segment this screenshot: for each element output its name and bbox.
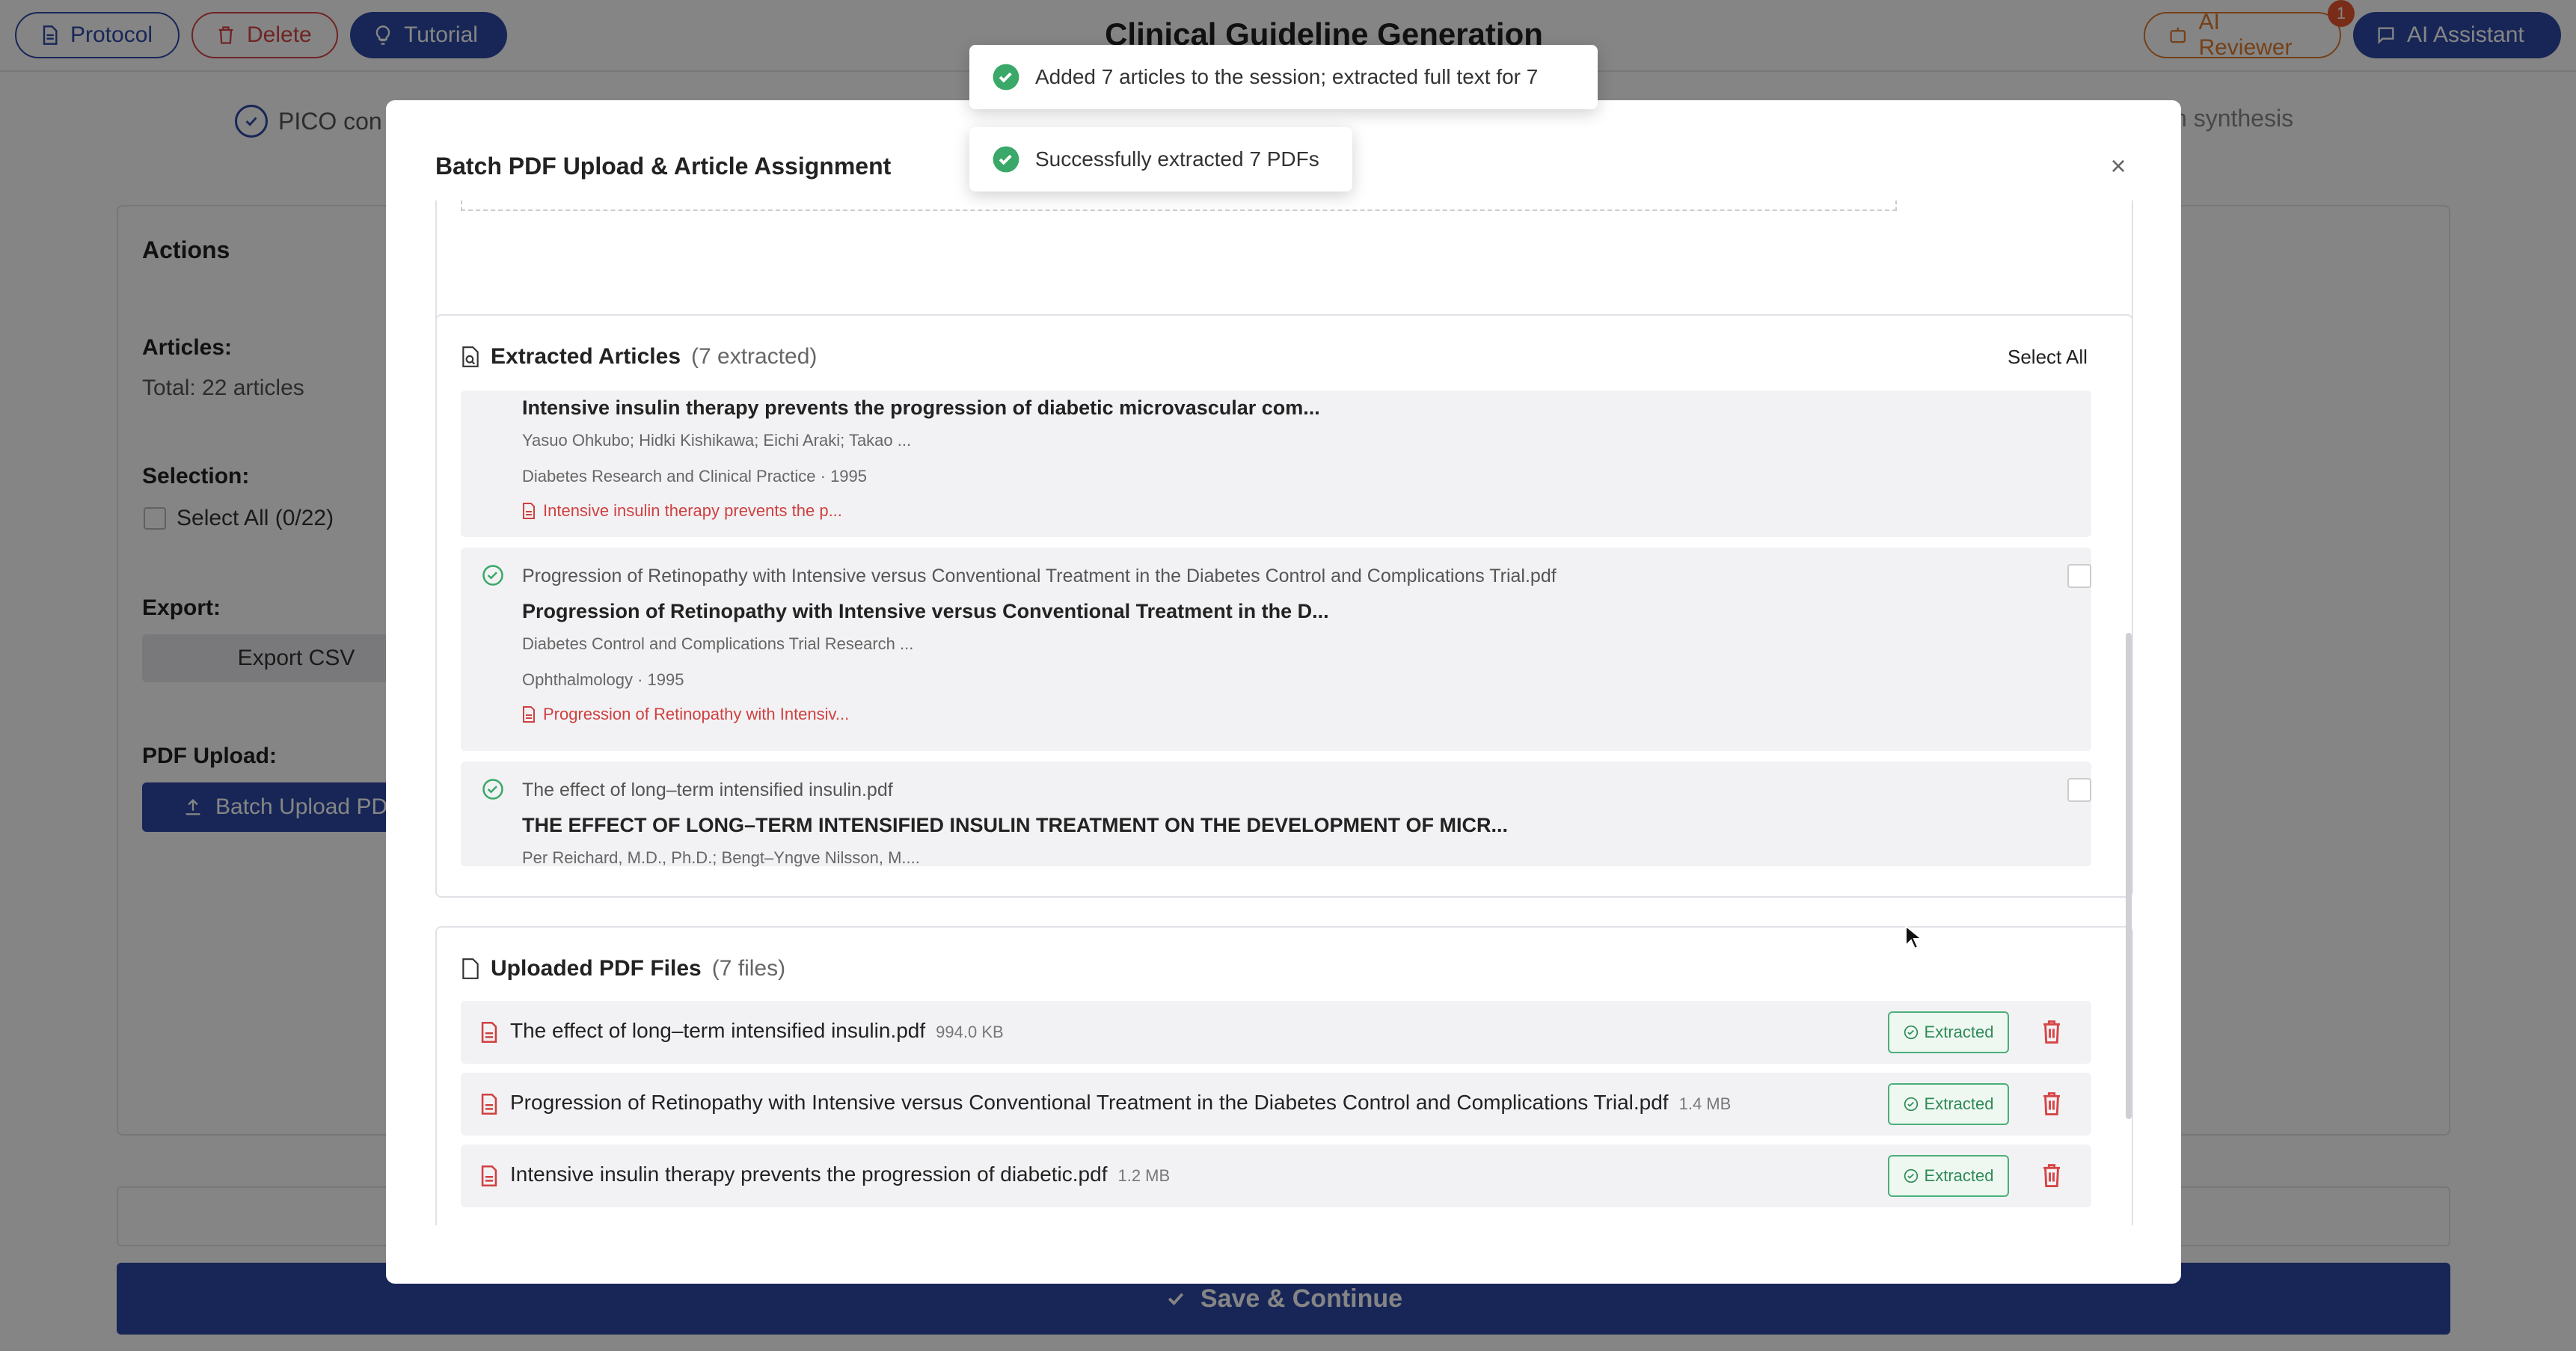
modal-scrollbar[interactable] bbox=[2126, 633, 2132, 1119]
article-pdf-link[interactable]: Intensive insulin therapy prevents the p… bbox=[522, 501, 842, 521]
status-label: Extracted bbox=[1924, 1094, 1994, 1113]
article-journal: Ophthalmology · 1995 bbox=[522, 670, 684, 689]
article-pdf-link-label: Progression of Retinopathy with Intensiv… bbox=[543, 705, 850, 723]
status-badge: Extracted bbox=[1888, 1155, 2009, 1197]
file-name-text: Progression of Retinopathy with Intensiv… bbox=[510, 1091, 1669, 1114]
mouse-cursor-icon bbox=[1905, 925, 1922, 950]
file-icon bbox=[462, 958, 479, 979]
modal-title: Batch PDF Upload & Article Assignment bbox=[435, 153, 892, 180]
extracted-articles-section: Extracted Articles (7 extracted) Select … bbox=[435, 314, 2133, 898]
uploaded-count: (7 files) bbox=[711, 956, 786, 981]
select-all-button[interactable]: Select All bbox=[2008, 346, 2088, 369]
article-title: Intensive insulin therapy prevents the p… bbox=[522, 396, 1320, 419]
uploaded-header: Uploaded PDF Files (7 files) bbox=[461, 956, 785, 981]
extracted-count: (7 extracted) bbox=[691, 344, 818, 369]
article-checkbox[interactable] bbox=[2067, 778, 2091, 802]
pdf-file-icon bbox=[481, 1094, 497, 1115]
article-item[interactable]: The effect of long–term intensified insu… bbox=[461, 762, 2091, 867]
file-size: 1.4 MB bbox=[1678, 1094, 1732, 1113]
toast-message: Successfully extracted 7 PDFs bbox=[1035, 147, 1319, 171]
uploaded-title: Uploaded PDF Files bbox=[491, 956, 702, 981]
article-journal: Diabetes Research and Clinical Practice … bbox=[522, 467, 868, 485]
article-title: Progression of Retinopathy with Intensiv… bbox=[522, 600, 1329, 622]
article-filename: The effect of long–term intensified insu… bbox=[522, 779, 893, 800]
article-authors: Yasuo Ohkubo; Hidki Kishikawa; Eichi Ara… bbox=[522, 431, 912, 450]
check-circle-icon bbox=[482, 565, 503, 586]
file-row: The effect of long–term intensified insu… bbox=[461, 1001, 2091, 1064]
file-name-text: Intensive insulin therapy prevents the p… bbox=[510, 1162, 1108, 1186]
check-circle-icon bbox=[482, 779, 503, 800]
status-badge: Extracted bbox=[1888, 1083, 2009, 1125]
article-item[interactable]: Progression of Retinopathy with Intensiv… bbox=[461, 548, 2091, 751]
file-size: 994.0 KB bbox=[936, 1023, 1004, 1041]
file-name-text: The effect of long–term intensified insu… bbox=[510, 1019, 926, 1042]
check-circle-icon bbox=[993, 146, 1019, 173]
article-title: THE EFFECT OF LONG–TERM INTENSIFIED INSU… bbox=[522, 814, 1509, 836]
toast-notification: Added 7 articles to the session; extract… bbox=[969, 45, 1598, 109]
pdf-file-icon bbox=[523, 706, 535, 723]
file-name: The effect of long–term intensified insu… bbox=[510, 1019, 1004, 1043]
article-item[interactable]: Intensive insulin therapy prevents the p… bbox=[461, 390, 2091, 537]
uploaded-files-section: Uploaded PDF Files (7 files) The effect … bbox=[435, 926, 2133, 1225]
pdf-file-icon bbox=[481, 1022, 497, 1043]
trash-icon[interactable] bbox=[2040, 1162, 2063, 1188]
file-search-icon bbox=[462, 346, 479, 367]
pdf-file-icon bbox=[481, 1165, 497, 1186]
status-label: Extracted bbox=[1924, 1023, 1994, 1041]
close-icon[interactable]: × bbox=[2103, 150, 2133, 181]
check-circle-icon bbox=[993, 64, 1019, 91]
status-badge: Extracted bbox=[1888, 1011, 2009, 1053]
status-label: Extracted bbox=[1924, 1166, 1994, 1185]
article-filename: Progression of Retinopathy with Intensiv… bbox=[522, 566, 1557, 586]
toast-message: Added 7 articles to the session; extract… bbox=[1035, 65, 1539, 88]
article-authors: Diabetes Control and Complications Trial… bbox=[522, 634, 914, 653]
check-circle-icon bbox=[1904, 1025, 1918, 1040]
file-row: Intensive insulin therapy prevents the p… bbox=[461, 1145, 2091, 1207]
trash-icon[interactable] bbox=[2040, 1091, 2063, 1116]
check-circle-icon bbox=[1904, 1168, 1918, 1183]
file-name: Intensive insulin therapy prevents the p… bbox=[510, 1162, 1170, 1186]
article-authors: Per Reichard, M.D., Ph.D.; Bengt–Yngve N… bbox=[522, 848, 920, 867]
article-pdf-link-label: Intensive insulin therapy prevents the p… bbox=[543, 501, 842, 520]
check-circle-icon bbox=[1904, 1097, 1918, 1112]
trash-icon[interactable] bbox=[2040, 1019, 2063, 1044]
file-name: Progression of Retinopathy with Intensiv… bbox=[510, 1091, 1731, 1115]
pdf-file-icon bbox=[523, 503, 535, 519]
toast-notification: Successfully extracted 7 PDFs bbox=[969, 127, 1352, 192]
dropzone[interactable] bbox=[461, 200, 1897, 211]
extracted-header: Extracted Articles (7 extracted) bbox=[461, 344, 817, 370]
file-size: 1.2 MB bbox=[1117, 1166, 1171, 1185]
extracted-title: Extracted Articles bbox=[491, 344, 681, 369]
article-checkbox[interactable] bbox=[2067, 564, 2091, 588]
file-row: Progression of Retinopathy with Intensiv… bbox=[461, 1073, 2091, 1136]
article-pdf-link[interactable]: Progression of Retinopathy with Intensiv… bbox=[522, 705, 849, 724]
batch-upload-modal: Batch PDF Upload & Article Assignment × … bbox=[386, 100, 2181, 1284]
